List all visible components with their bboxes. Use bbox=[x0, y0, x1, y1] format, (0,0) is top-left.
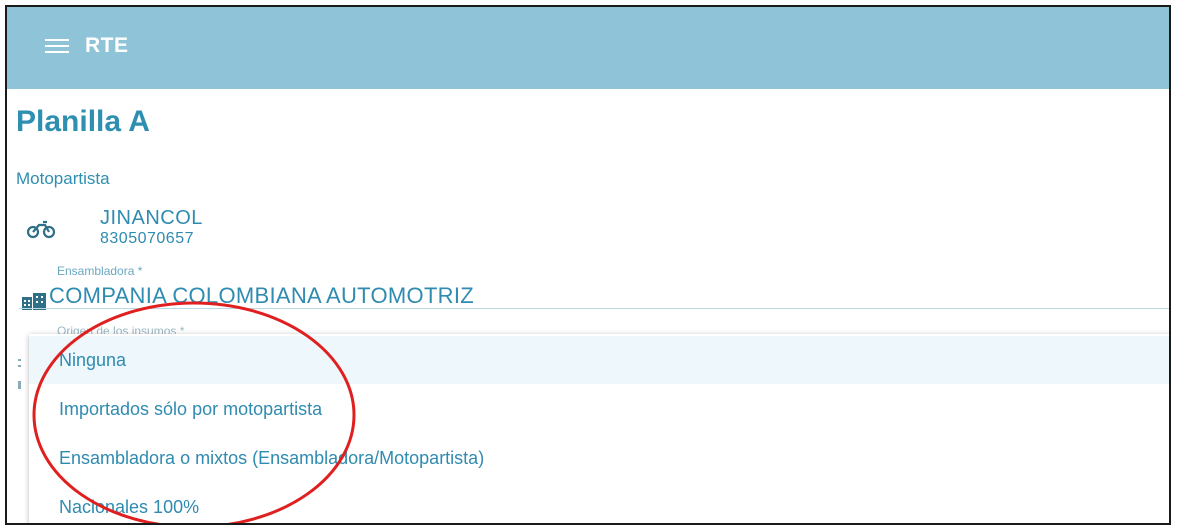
menu-icon[interactable] bbox=[45, 39, 69, 53]
page-title: Planilla A bbox=[16, 105, 150, 138]
motorcycle-icon bbox=[26, 220, 56, 239]
list-icon bbox=[18, 359, 21, 389]
annotation-circle bbox=[32, 301, 356, 523]
ensambladora-label: Ensambladora * bbox=[57, 264, 143, 278]
motopartista-id: 8305070657 bbox=[100, 230, 194, 247]
app-window: RTE Planilla A Motopartista JINANCOL 830… bbox=[5, 5, 1171, 525]
app-bar: RTE bbox=[7, 7, 1169, 89]
motopartista-section-label: Motopartista bbox=[16, 169, 110, 188]
motopartista-name: JINANCOL bbox=[100, 207, 203, 229]
app-title: RTE bbox=[85, 34, 129, 57]
